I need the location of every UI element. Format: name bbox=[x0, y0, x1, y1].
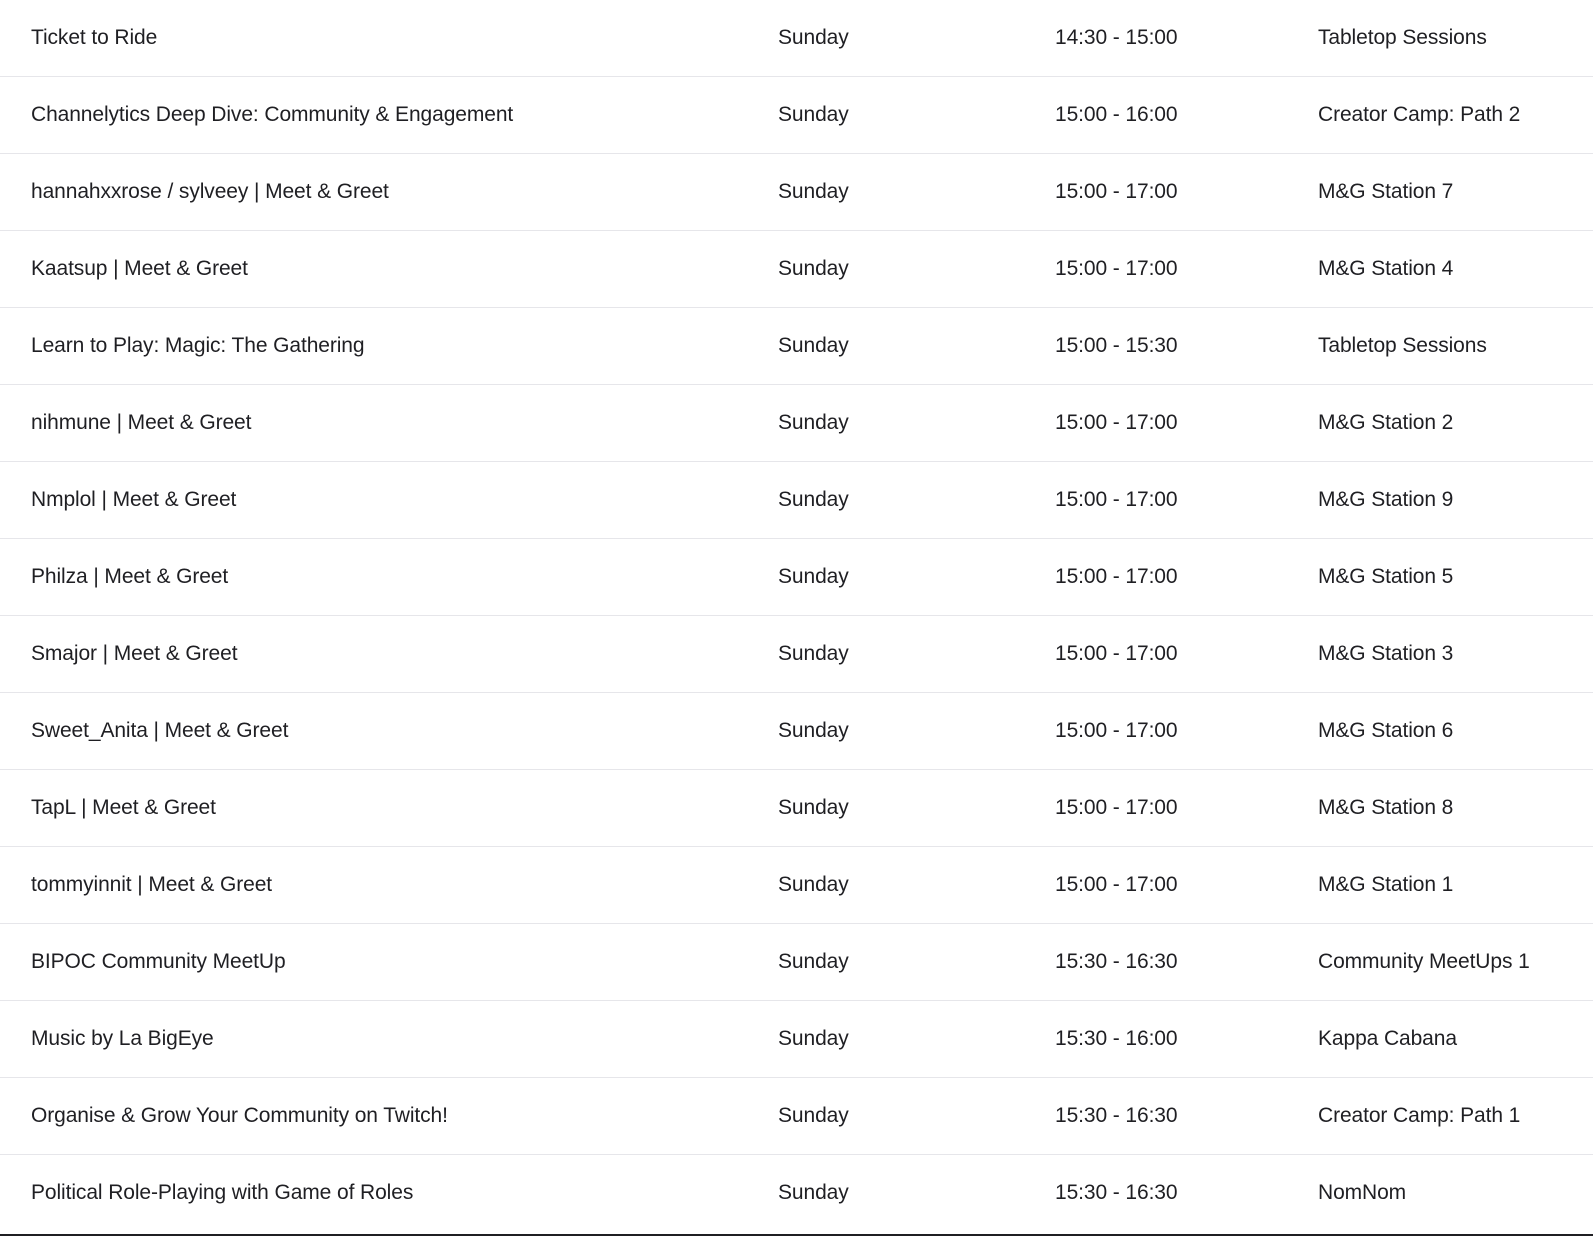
session-time: 15:00 - 17:00 bbox=[1055, 411, 1178, 434]
session-time: 15:00 - 17:00 bbox=[1055, 488, 1178, 511]
schedule-row[interactable]: Kaatsup | Meet & Greet Sunday 15:00 - 17:0… bbox=[0, 231, 1593, 308]
schedule-row[interactable]: Smajor | Meet & Greet Sunday 15:00 - 17:00… bbox=[0, 616, 1593, 693]
session-title: Ticket to Ride bbox=[31, 26, 158, 49]
session-location: Kappa Cabana bbox=[1318, 1027, 1457, 1050]
schedule-row[interactable]: Political Role-Playing with Game of Role… bbox=[0, 1155, 1593, 1232]
session-day: Sunday bbox=[778, 488, 849, 511]
session-day: Sunday bbox=[778, 642, 849, 665]
session-location: M&G Station 7 bbox=[1318, 180, 1454, 203]
session-time: 15:00 - 17:00 bbox=[1055, 873, 1178, 896]
session-day: Sunday bbox=[778, 103, 849, 126]
schedule-row[interactable]: TapL | Meet & Greet Sunday 15:00 - 17:00 M&… bbox=[0, 770, 1593, 847]
session-day: Sunday bbox=[778, 565, 849, 588]
session-location: Tabletop Sessions bbox=[1318, 334, 1487, 357]
session-title: Organise & Grow Your Community on Twitch… bbox=[31, 1104, 448, 1127]
schedule-table: Ticket to Ride Sunday 14:30 - 15:00 Tableto… bbox=[0, 0, 1593, 1236]
schedule-rows: Ticket to Ride Sunday 14:30 - 15:00 Tableto… bbox=[0, 0, 1593, 1232]
schedule-row[interactable]: hannahxxrose / sylveey | Meet & Greet Sun… bbox=[0, 154, 1593, 231]
schedule-row[interactable]: Music by La BigEye Sunday 15:30 - 16:00 Kap… bbox=[0, 1001, 1593, 1078]
session-location: M&G Station 1 bbox=[1318, 873, 1454, 896]
session-time: 15:00 - 15:30 bbox=[1055, 334, 1178, 357]
session-time: 15:30 - 16:30 bbox=[1055, 1181, 1178, 1204]
session-time: 15:00 - 16:00 bbox=[1055, 103, 1178, 126]
schedule-row[interactable]: Philza | Meet & Greet Sunday 15:00 - 17:00… bbox=[0, 539, 1593, 616]
session-title: Music by La BigEye bbox=[31, 1027, 214, 1050]
session-day: Sunday bbox=[778, 180, 849, 203]
schedule-row[interactable]: Ticket to Ride Sunday 14:30 - 15:00 Tableto… bbox=[0, 0, 1593, 77]
session-time: 15:00 - 17:00 bbox=[1055, 180, 1178, 203]
session-title: Political Role-Playing with Game of Role… bbox=[31, 1181, 414, 1204]
schedule-row[interactable]: nihmune | Meet & Greet Sunday 15:00 - 17:0… bbox=[0, 385, 1593, 462]
session-title: Smajor | Meet & Greet bbox=[31, 642, 238, 665]
session-location: Community MeetUps 1 bbox=[1318, 950, 1530, 973]
session-day: Sunday bbox=[778, 257, 849, 280]
session-time: 15:30 - 16:00 bbox=[1055, 1027, 1178, 1050]
session-time: 15:00 - 17:00 bbox=[1055, 719, 1178, 742]
session-title: BIPOC Community MeetUp bbox=[31, 950, 286, 973]
session-day: Sunday bbox=[778, 719, 849, 742]
session-location: M&G Station 3 bbox=[1318, 642, 1454, 665]
session-title: TapL | Meet & Greet bbox=[31, 796, 216, 819]
session-day: Sunday bbox=[778, 1027, 849, 1050]
session-location: M&G Station 6 bbox=[1318, 719, 1454, 742]
session-time: 15:30 - 16:30 bbox=[1055, 1104, 1178, 1127]
session-location: Creator Camp: Path 1 bbox=[1318, 1104, 1521, 1127]
session-location: NomNom bbox=[1318, 1181, 1407, 1204]
schedule-row[interactable]: tommyinnit | Meet & Greet Sunday 15:00 - 1… bbox=[0, 847, 1593, 924]
schedule-row[interactable]: Sweet_Anita | Meet & Greet Sunday 15:00 - … bbox=[0, 693, 1593, 770]
session-title: Sweet_Anita | Meet & Greet bbox=[31, 719, 289, 742]
schedule-row[interactable]: BIPOC Community MeetUp Sunday 15:30 - 16:3… bbox=[0, 924, 1593, 1001]
session-title: Philza | Meet & Greet bbox=[31, 565, 229, 588]
session-day: Sunday bbox=[778, 26, 849, 49]
session-location: M&G Station 8 bbox=[1318, 796, 1454, 819]
session-title: tommyinnit | Meet & Greet bbox=[31, 873, 273, 896]
session-title: Learn to Play: Magic: The Gathering bbox=[31, 334, 365, 357]
session-day: Sunday bbox=[778, 411, 849, 434]
session-day: Sunday bbox=[778, 1181, 849, 1204]
session-title: hannahxxrose / sylveey | Meet & Greet bbox=[31, 180, 389, 203]
session-day: Sunday bbox=[778, 796, 849, 819]
session-day: Sunday bbox=[778, 873, 849, 896]
session-time: 15:00 - 17:00 bbox=[1055, 257, 1178, 280]
schedule-row[interactable]: Nmplol | Meet & Greet Sunday 15:00 - 17:00… bbox=[0, 462, 1593, 539]
session-time: 15:00 - 17:00 bbox=[1055, 796, 1178, 819]
session-location: M&G Station 5 bbox=[1318, 565, 1454, 588]
session-location: M&G Station 2 bbox=[1318, 411, 1454, 434]
schedule-row[interactable]: Learn to Play: Magic: The Gathering Sunda… bbox=[0, 308, 1593, 385]
schedule-row[interactable]: Channelytics Deep Dive: Community & Enga… bbox=[0, 77, 1593, 154]
session-day: Sunday bbox=[778, 334, 849, 357]
session-title: Channelytics Deep Dive: Community & Enga… bbox=[31, 103, 514, 126]
session-day: Sunday bbox=[778, 1104, 849, 1127]
session-location: Creator Camp: Path 2 bbox=[1318, 103, 1521, 126]
session-title: nihmune | Meet & Greet bbox=[31, 411, 252, 434]
session-location: M&G Station 9 bbox=[1318, 488, 1454, 511]
session-title: Nmplol | Meet & Greet bbox=[31, 488, 237, 511]
session-time: 15:00 - 17:00 bbox=[1055, 642, 1178, 665]
session-title: Kaatsup | Meet & Greet bbox=[31, 257, 248, 280]
session-time: 14:30 - 15:00 bbox=[1055, 26, 1178, 49]
session-day: Sunday bbox=[778, 950, 849, 973]
session-time: 15:00 - 17:00 bbox=[1055, 565, 1178, 588]
session-time: 15:30 - 16:30 bbox=[1055, 950, 1178, 973]
session-location: M&G Station 4 bbox=[1318, 257, 1454, 280]
session-location: Tabletop Sessions bbox=[1318, 26, 1487, 49]
schedule-row[interactable]: Organise & Grow Your Community on Twitch… bbox=[0, 1078, 1593, 1155]
